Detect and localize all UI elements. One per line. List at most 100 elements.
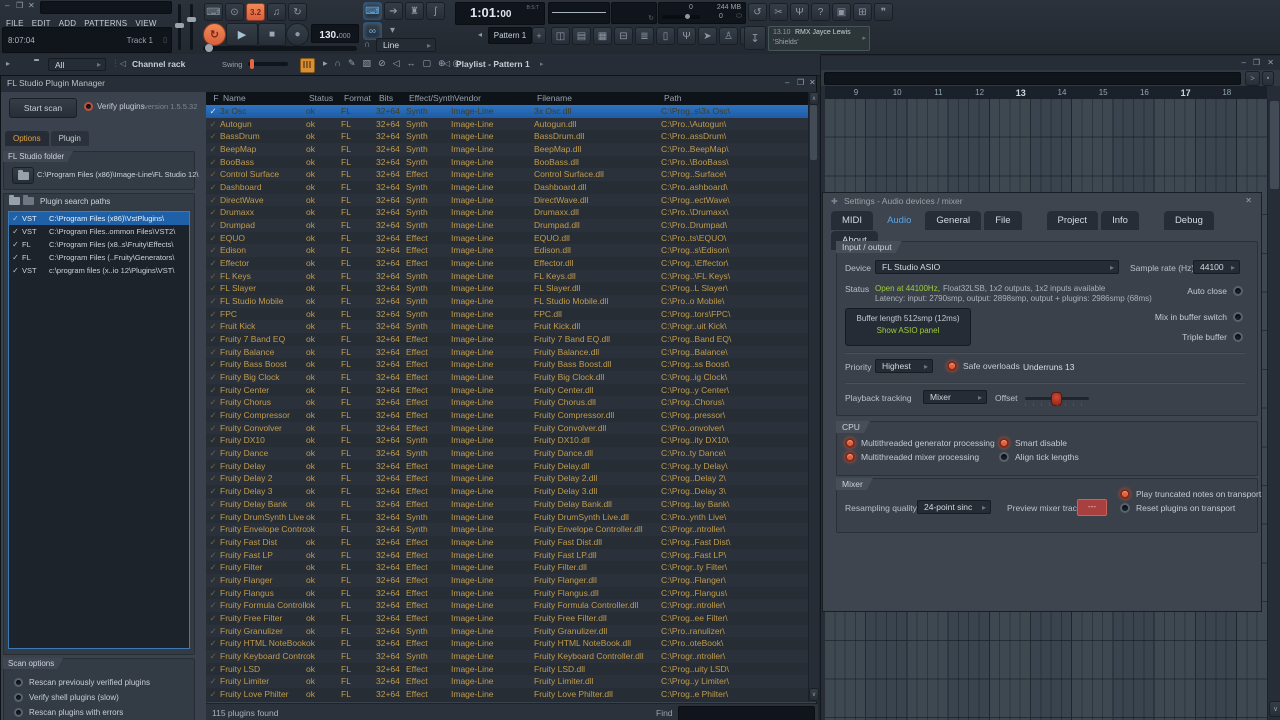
column-header-vendor[interactable]: Vendor <box>454 92 537 105</box>
select-tool-icon[interactable]: ▢ <box>420 58 435 69</box>
table-row[interactable]: ✓BeepMapokFL32+64SynthImage-LineBeepMap.… <box>206 143 808 156</box>
playlist-timeline[interactable]: 9101112131415161718 <box>825 86 1267 99</box>
master-volume-slider[interactable] <box>178 4 181 50</box>
table-row[interactable]: ✓DrumpadokFL32+64SynthImage-LineDrumpad.… <box>206 219 808 232</box>
search-path-row[interactable]: ✓FLC:\Program Files (x8..s\Fruity\Effect… <box>9 238 189 251</box>
table-row[interactable]: ✓Fruity Keyboard ControllerokFL32+64Synt… <box>206 650 808 663</box>
playlist-scrollbar[interactable]: ∨ <box>1267 99 1280 720</box>
search-paths-list[interactable]: ✓VSTC:\Program Files (x86)\VstPlugins\✓V… <box>8 211 190 649</box>
draw-tool-icon[interactable]: ✎ <box>345 58 359 69</box>
playback-tracking-dropdown[interactable]: Mixer▸ <box>923 390 987 404</box>
collapse-arrow-icon[interactable]: ▸ <box>6 59 10 68</box>
song-next-icon[interactable]: ▸ <box>862 34 866 42</box>
save-new-version-icon[interactable]: ⊞ <box>853 3 872 21</box>
magnet-icon[interactable]: ∩ <box>332 58 344 69</box>
buffer-length-button[interactable]: Buffer length 512smp (12ms) Show ASIO pa… <box>845 308 971 346</box>
table-row[interactable]: ✓DirectWaveokFL32+64SynthImage-LineDirec… <box>206 194 808 207</box>
table-scrollbar[interactable]: ∧ ∨ <box>808 92 819 702</box>
pm-tab-plugin[interactable]: Plugin <box>51 131 89 146</box>
table-row[interactable]: ✓Fruity CompressorokFL32+64EffectImage-L… <box>206 409 808 422</box>
record-button[interactable]: ● <box>286 23 309 46</box>
blend-notes-icon[interactable]: ♫ <box>267 3 286 21</box>
table-row[interactable]: ✓FPCokFL32+64SynthImage-LineFPC.dllC:\Pr… <box>206 308 808 321</box>
pattern-prev-button[interactable]: ◂ <box>478 30 482 39</box>
mini-toggle-button[interactable]: ▪ <box>1262 71 1274 86</box>
undo-icon[interactable]: ↺ <box>748 3 767 21</box>
option-row[interactable]: Smart disable <box>999 438 1079 448</box>
table-row[interactable]: ✓Fruity DanceokFL32+64SynthImage-LineFru… <box>206 447 808 460</box>
position-knob[interactable] <box>205 44 213 52</box>
table-row[interactable]: ✓DrumaxxokFL32+64SynthImage-LineDrumaxx.… <box>206 206 808 219</box>
table-row[interactable]: ✓FL SlayerokFL32+64SynthImage-LineFL Sla… <box>206 282 808 295</box>
pm-tab-options[interactable]: Options <box>5 131 49 146</box>
table-row[interactable]: ✓Fruity CenterokFL32+64EffectImage-LineF… <box>206 384 808 397</box>
channel-rack-label[interactable]: Channel rack <box>132 59 185 69</box>
table-row[interactable]: ✓Fruity Delay 2okFL32+64EffectImage-Line… <box>206 472 808 485</box>
option-led[interactable] <box>14 678 23 687</box>
column-header-effectsynth[interactable]: Effect/Synth <box>409 92 454 105</box>
mute-tool-icon[interactable]: ◁ <box>390 58 403 69</box>
option-row[interactable]: Play truncated notes on transport <box>1120 489 1261 499</box>
preview-mixer-track-selector[interactable]: --- <box>1077 499 1107 516</box>
settings-tab-project[interactable]: Project <box>1047 211 1099 230</box>
table-row[interactable]: ✓Fruity ChorusokFL32+64EffectImage-LineF… <box>206 396 808 409</box>
auto-close-option[interactable]: Auto close <box>1127 286 1243 296</box>
time-display[interactable]: 1:01:00 B:S:T <box>455 2 545 25</box>
settings-tab-midi[interactable]: MIDI <box>831 211 873 230</box>
start-scan-button[interactable]: Start scan <box>9 98 77 118</box>
play-button[interactable]: ▶ <box>226 23 258 46</box>
table-row[interactable]: ✓Fruity LimiterokFL32+64EffectImage-Line… <box>206 675 808 688</box>
speaker-icon[interactable]: ◁ <box>444 59 450 68</box>
pattern-song-led[interactable] <box>300 58 315 73</box>
verify-plugins-led[interactable] <box>84 102 93 111</box>
pattern-add-button[interactable]: + <box>532 27 546 44</box>
typing-to-piano-icon[interactable]: ⌨ <box>363 2 382 20</box>
recording-pedal-icon[interactable]: ʃ <box>426 2 445 20</box>
pitch-knob[interactable] <box>187 17 196 22</box>
playlist-minimize-button[interactable]: – <box>1239 58 1249 67</box>
option-led[interactable] <box>999 438 1009 448</box>
song-position-slider[interactable] <box>203 46 357 51</box>
search-path-row[interactable]: ✓VSTC:\Program Files (x86)\VstPlugins\ <box>9 212 189 225</box>
table-row[interactable]: ✓Fruity Delay BankokFL32+64EffectImage-L… <box>206 498 808 511</box>
playlist-marker-strip[interactable] <box>824 72 1241 85</box>
option-row[interactable]: Multithreaded mixer processing <box>845 452 995 462</box>
option-led[interactable] <box>1120 503 1130 513</box>
playlist-close-button[interactable]: ✕ <box>1264 58 1277 67</box>
table-row[interactable]: ✓Fruity GranulizerokFL32+64SynthImage-Li… <box>206 625 808 638</box>
app-close-button[interactable]: ✕ <box>25 1 38 10</box>
auto-close-led[interactable] <box>1233 286 1243 296</box>
show-asio-panel-link[interactable]: Show ASIO panel <box>846 326 970 335</box>
table-row[interactable]: ✓Fruity Envelope ControllerokFL32+64Synt… <box>206 523 808 536</box>
stop-button[interactable]: ■ <box>258 23 286 46</box>
column-header-filename[interactable]: Filename <box>537 92 664 105</box>
option-row[interactable]: Rescan previously verified plugins <box>4 675 192 690</box>
typing-keyboard-record-icon[interactable]: ⌨ <box>204 3 223 21</box>
mixer-view-icon[interactable]: ≣ <box>635 27 654 45</box>
pm-minimize-button[interactable]: – <box>782 78 792 87</box>
table-row[interactable]: ✓Fruity Formula ControllerokFL32+64Effec… <box>206 599 808 612</box>
playlist-view-icon[interactable]: ◫ <box>551 27 570 45</box>
scroll-right-button[interactable]: > <box>1245 71 1260 86</box>
table-row[interactable]: ✓Fruity ConvolverokFL32+64EffectImage-Li… <box>206 422 808 435</box>
option-led[interactable] <box>845 452 855 462</box>
table-row[interactable]: ✓Fruity 7 Band EQokFL32+64EffectImage-Li… <box>206 333 808 346</box>
performance-mode-icon[interactable]: ♙ <box>719 27 738 45</box>
wait-for-input-icon[interactable]: ⊙ <box>225 3 244 21</box>
search-path-row[interactable]: ✓FLC:\Program Files (..Fruity\Generators… <box>9 251 189 264</box>
step-edit-icon[interactable]: ➔ <box>384 2 403 20</box>
column-header-path[interactable]: Path <box>664 92 809 105</box>
option-row[interactable]: Reset plugins on transport <box>1120 503 1261 513</box>
piano-roll-view-icon[interactable]: ▦ <box>593 27 612 45</box>
table-row[interactable]: ✓Fruit KickokFL32+64SynthImage-LineFruit… <box>206 320 808 333</box>
offset-slider[interactable] <box>1025 397 1089 400</box>
table-row[interactable]: ✓Fruity LSDokFL32+64EffectImage-LineFrui… <box>206 663 808 676</box>
playback-mode-dropdown[interactable]: Line▸ <box>376 38 436 52</box>
slice-tool-icon[interactable]: ✂ <box>769 3 788 21</box>
scroll-down-button[interactable]: ∨ <box>1269 701 1280 717</box>
oscilloscope-panel[interactable] <box>548 2 610 24</box>
settings-tab-audio[interactable]: Audio <box>876 211 922 230</box>
settings-titlebar[interactable]: ✚ Settings - Audio devices / mixer ✕ <box>823 193 1261 210</box>
channel-rack-view-icon[interactable]: ▤ <box>572 27 591 45</box>
column-header-format[interactable]: Format <box>344 92 379 105</box>
